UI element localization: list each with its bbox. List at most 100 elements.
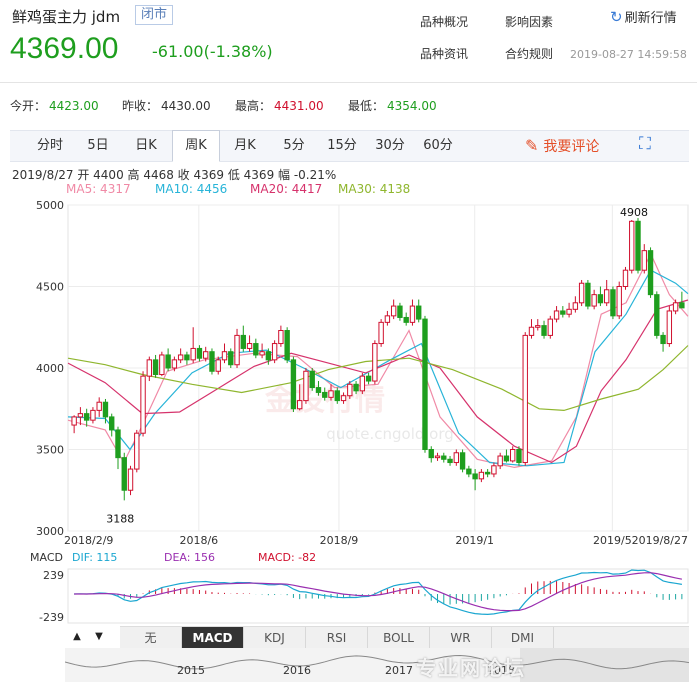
- x-tick-label: 2018/2/9: [64, 534, 113, 547]
- y-tick-label: 4000: [36, 362, 64, 375]
- indicator-none-button[interactable]: 无: [120, 627, 182, 649]
- x-tick-label: 2019/5: [593, 534, 632, 547]
- candle-body: [459, 452, 466, 470]
- indicator-kdj-button[interactable]: KDJ: [244, 627, 306, 649]
- stat-label: 今开：: [10, 99, 47, 113]
- last-price: 4369.00: [10, 32, 119, 65]
- stat-label: 最低：: [348, 99, 385, 113]
- indicator-wr-button[interactable]: WR: [430, 627, 492, 649]
- candle-body: [203, 351, 209, 359]
- candle-body: [215, 359, 221, 372]
- candle-body: [516, 449, 522, 464]
- candle-body: [647, 250, 654, 296]
- update-datetime: 2019-08-27 14:59:58: [570, 48, 687, 61]
- tab-15min[interactable]: 15分: [320, 131, 364, 161]
- y-tick-label: 3000: [36, 525, 64, 538]
- tab-30min[interactable]: 30分: [368, 131, 412, 161]
- candle-body: [641, 250, 647, 271]
- candle-body: [96, 401, 102, 411]
- link-factors[interactable]: 影响因素: [505, 13, 553, 30]
- candle-body: [253, 343, 259, 356]
- candle-body: [434, 455, 441, 459]
- stat-label: 最高：: [235, 99, 272, 113]
- candle-body: [591, 294, 597, 307]
- candle-body: [271, 343, 278, 361]
- candle-body: [334, 390, 340, 402]
- candle-body: [228, 351, 234, 366]
- candle-body: [497, 455, 503, 467]
- macd-chart[interactable]: 239 -239: [0, 563, 697, 625]
- ma-label: MA30: 4138: [338, 182, 411, 196]
- candle-body: [553, 310, 560, 320]
- candle-body: [165, 354, 171, 369]
- candle-body: [265, 351, 272, 361]
- candle-body: [635, 220, 641, 271]
- candle-body: [610, 289, 616, 317]
- candle-body: [372, 343, 378, 382]
- tab-5day[interactable]: 5日: [76, 131, 120, 161]
- indicator-dmi-button[interactable]: DMI: [492, 627, 554, 649]
- time-range-minimap[interactable]: 2015 2016 2017 2018: [65, 648, 689, 682]
- macd-ytick-top: 239: [43, 569, 64, 582]
- link-news[interactable]: 品种资讯: [420, 45, 468, 62]
- tab-weekly-k[interactable]: 周K: [172, 130, 220, 162]
- link-overview[interactable]: 品种概况: [420, 13, 468, 30]
- indicator-rsi-button[interactable]: RSI: [306, 627, 368, 649]
- y-tick-label: 4500: [36, 281, 64, 294]
- tab-5min[interactable]: 5分: [272, 131, 316, 161]
- candle-body: [409, 305, 416, 323]
- candle-body: [510, 449, 516, 462]
- refresh-button[interactable]: ↻ 刷新行情: [610, 7, 677, 26]
- fullscreen-icon[interactable]: ⛶: [639, 134, 651, 154]
- candle-body: [278, 330, 284, 345]
- candle-body: [71, 416, 77, 426]
- candle-body: [290, 359, 297, 410]
- arrow-up-button[interactable]: ▲: [69, 628, 85, 646]
- link-rules[interactable]: 合约规则: [505, 45, 553, 62]
- candle-body: [578, 282, 585, 304]
- candle-body: [340, 395, 347, 402]
- kline-chart[interactable]: 3000 3500 4000 4500 5000 2018/2/9 2018/6 2018/9…: [0, 195, 697, 553]
- candle-body: [353, 383, 359, 392]
- tab-monthly-k[interactable]: 月K: [223, 131, 267, 161]
- candle-body: [77, 413, 84, 418]
- candle-body: [140, 375, 146, 434]
- stat-value: 4430.00: [161, 99, 211, 113]
- arrow-down-button[interactable]: ▼: [91, 628, 107, 646]
- candle-body: [672, 302, 679, 312]
- candle-body: [566, 308, 572, 315]
- candle-body: [159, 354, 165, 376]
- candle-body: [484, 471, 491, 475]
- candle-body: [209, 351, 215, 372]
- x-tick-label: 2018/9: [320, 534, 359, 547]
- price-change: -61.00(-1.38%): [152, 42, 273, 61]
- instrument-title: 鲜鸡蛋主力 jdm: [12, 8, 121, 26]
- candle-body: [528, 326, 535, 336]
- indicator-boll-button[interactable]: BOLL: [368, 627, 430, 649]
- candle-body: [127, 468, 134, 491]
- candle-body: [365, 375, 372, 382]
- candle-body: [240, 334, 246, 349]
- candle-body: [171, 359, 178, 369]
- candle-body: [83, 413, 90, 421]
- indicator-button-bar: 无 MACD KDJ RSI BOLL WR DMI: [120, 626, 689, 650]
- candle-body: [572, 302, 579, 310]
- candle-body: [121, 457, 127, 491]
- candle-body: [196, 347, 203, 359]
- indicator-macd-button[interactable]: MACD: [182, 627, 244, 649]
- minimap-year-label: 2015: [177, 664, 205, 677]
- candle-body: [416, 305, 422, 320]
- minimap-selection: [520, 648, 689, 682]
- candle-body: [359, 375, 366, 392]
- candle-body: [403, 316, 409, 323]
- candle-body: [560, 310, 566, 315]
- candle-body: [322, 391, 328, 398]
- tab-intraday[interactable]: 分时: [28, 131, 72, 161]
- candle-body: [547, 318, 553, 336]
- candle-body: [472, 473, 478, 480]
- candle-body: [309, 370, 315, 389]
- comment-button[interactable]: ✎ 我要评论: [525, 136, 599, 156]
- tab-60min[interactable]: 60分: [416, 131, 460, 161]
- divider: [0, 82, 697, 83]
- tab-daily-k[interactable]: 日K: [124, 131, 168, 161]
